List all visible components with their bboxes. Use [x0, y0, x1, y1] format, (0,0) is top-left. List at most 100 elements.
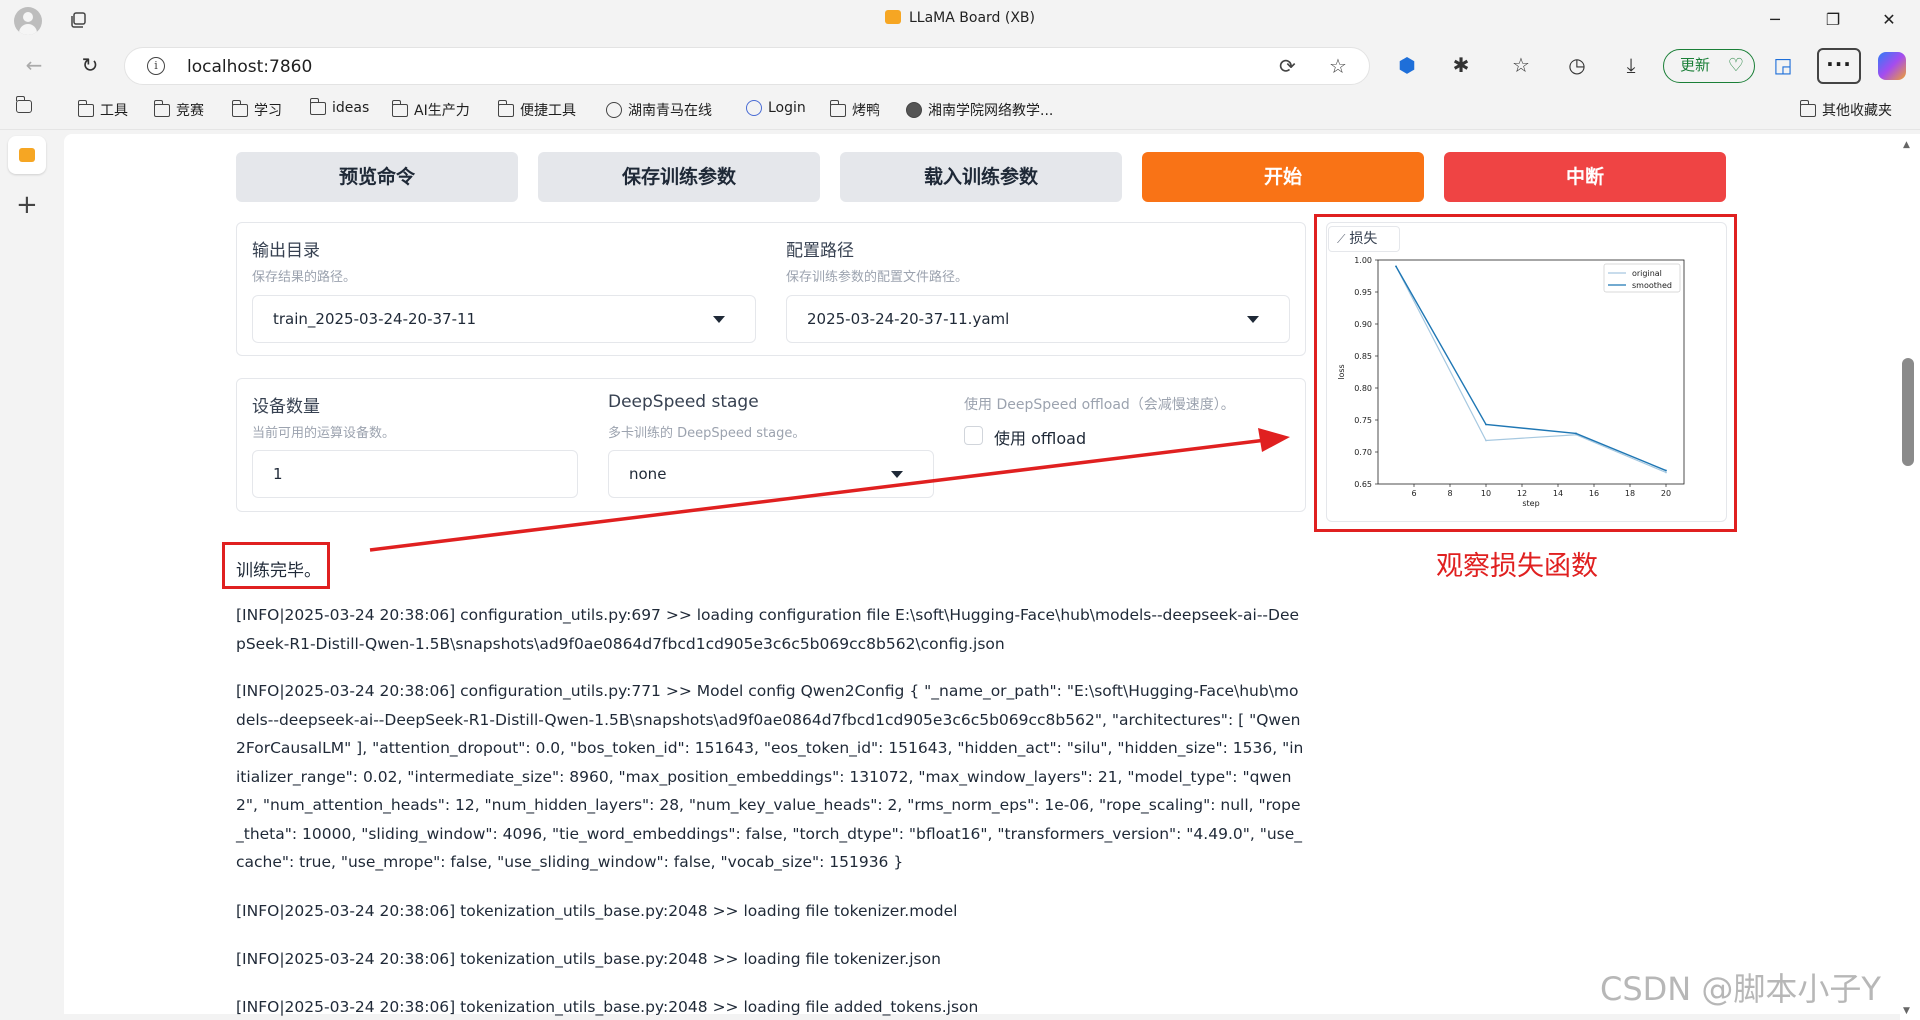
log-line: [INFO|2025-03-24 20:38:06] tokenization_… [236, 998, 979, 1016]
navigation-bar: ← ↻ i localhost:7860 ⟳ ☆ ⬢ ✱ ☆ ◷ ⤓ 更新 ♡ … [0, 40, 1920, 90]
address-bar[interactable]: i localhost:7860 ⟳ ☆ [124, 47, 1370, 85]
data-point-smoothed [1665, 469, 1667, 472]
minimize-button[interactable]: ─ [1752, 6, 1798, 34]
output-dir-select[interactable]: train_2025-03-24-20-37-11 [252, 295, 756, 343]
x-tick-label: 12 [1517, 489, 1527, 498]
scroll-up-arrow-icon[interactable]: ▲ [1903, 140, 1910, 150]
update-button[interactable]: 更新 ♡ [1663, 49, 1755, 83]
bookmark-link[interactable]: 湘南学院网络教学... [906, 100, 1053, 120]
downloads-icon[interactable]: ⤓ [1616, 50, 1646, 80]
sidebar-toggle-icon[interactable] [15, 96, 38, 113]
history-icon[interactable]: ◷ [1562, 50, 1592, 80]
x-tick-label: 8 [1447, 489, 1452, 498]
device-count-label: 设备数量 [252, 397, 320, 417]
new-tab-plus-icon[interactable]: + [16, 190, 38, 220]
save-args-button[interactable]: 保存训练参数 [538, 152, 820, 202]
legend-label-smoothed: smoothed [1632, 281, 1672, 290]
collections-icon[interactable]: ◲ [1768, 50, 1798, 80]
bookmarks-bar: 工具 竞赛 学习 ideas AI生产力 便捷工具 湖南青马在线 Login 烤… [0, 90, 1920, 130]
bookmark-label: 学习 [254, 103, 282, 119]
active-tab[interactable] [8, 136, 46, 174]
scroll-down-arrow-icon[interactable]: ▼ [1903, 1006, 1910, 1016]
llama-board-tab-icon [19, 148, 35, 162]
page-scrollbar[interactable] [1900, 134, 1920, 1020]
chevron-down-icon [1247, 316, 1259, 323]
config-path-info: 保存训练参数的配置文件路径。 [786, 270, 969, 285]
abort-button[interactable]: 中断 [1444, 152, 1726, 202]
chevron-down-icon [891, 471, 903, 478]
bookmark-folder[interactable]: 便捷工具 [497, 99, 576, 120]
legend-label-original: original [1632, 269, 1662, 278]
bookmark-label: 工具 [100, 103, 128, 119]
read-aloud-icon[interactable]: ⟳ [1279, 54, 1296, 78]
folder-icon [231, 99, 248, 117]
chevron-down-icon [713, 316, 725, 323]
favorites-icon[interactable]: ☆ [1506, 50, 1536, 80]
output-dir-label: 输出目录 [252, 241, 320, 261]
vertical-tab-strip: + [0, 130, 56, 1020]
training-status: 训练完毕。 [236, 561, 321, 581]
folder-icon [1799, 99, 1816, 117]
copilot-icon[interactable] [1878, 52, 1906, 80]
window-title: LLaMA Board (XB) [0, 10, 1920, 26]
settings-more-button[interactable]: ··· [1817, 48, 1861, 84]
bookmark-label: Login [768, 100, 806, 116]
device-count-info: 当前可用的运算设备数。 [252, 426, 396, 441]
log-line: [INFO|2025-03-24 20:38:06] tokenization_… [236, 902, 958, 920]
back-arrow-icon[interactable]: ← [18, 49, 50, 81]
csdn-watermark: CSDN @脚本小子Y [1600, 970, 1881, 1008]
data-point-original [1485, 439, 1487, 442]
extension-shield-icon[interactable]: ⬢ [1392, 50, 1422, 80]
loss-chart: 0.65 0.70 0.75 0.80 0.85 0.90 0.95 1.00 6 8 10 12 14… [1337, 256, 1685, 508]
data-point-smoothed [1395, 265, 1397, 268]
device-count-input[interactable]: 1 [252, 450, 578, 498]
bookmark-link[interactable]: 湖南青马在线 [606, 100, 712, 120]
y-tick-label: 0.95 [1354, 288, 1372, 297]
offload-checkbox-label[interactable]: 使用 offload [994, 425, 1086, 449]
extensions-puzzle-icon[interactable]: ✱ [1446, 50, 1476, 80]
bookmark-folder[interactable]: 竞赛 [153, 99, 204, 120]
scroll-thumb[interactable] [1902, 358, 1914, 466]
preview-command-button[interactable]: 预览命令 [236, 152, 518, 202]
bookmark-label: AI生产力 [414, 103, 470, 119]
other-favorites-folder[interactable]: 其他收藏夹 [1799, 99, 1892, 120]
bookmark-folder[interactable]: AI生产力 [391, 99, 470, 120]
close-button[interactable]: ✕ [1866, 6, 1912, 34]
site-info-icon[interactable]: i [147, 57, 165, 75]
y-axis-label: loss [1337, 364, 1346, 379]
folder-icon [829, 99, 846, 117]
bookmark-folder[interactable]: 学习 [231, 99, 282, 120]
bookmark-label: 竞赛 [176, 103, 204, 119]
maximize-button[interactable]: ❐ [1810, 6, 1856, 34]
bookmark-label: 便捷工具 [520, 103, 576, 119]
load-args-button[interactable]: 载入训练参数 [840, 152, 1122, 202]
url-text[interactable]: localhost:7860 [187, 57, 312, 77]
folder-icon [497, 99, 514, 117]
deepspeed-stage-select[interactable]: none [608, 450, 934, 498]
bookmark-link[interactable]: Login [746, 100, 806, 116]
y-tick-label: 0.70 [1354, 448, 1372, 457]
x-tick-label: 20 [1661, 489, 1671, 498]
favorite-star-icon[interactable]: ☆ [1329, 54, 1347, 78]
x-tick-label: 6 [1411, 489, 1416, 498]
folder-icon [309, 97, 326, 115]
y-tick-label: 0.80 [1354, 384, 1372, 393]
bookmark-label: 湖南青马在线 [628, 103, 712, 119]
heart-pulse-icon: ♡ [1727, 55, 1744, 76]
config-path-select[interactable]: 2025-03-24-20-37-11.yaml [786, 295, 1290, 343]
x-tick-label: 10 [1481, 489, 1491, 498]
bookmark-folder[interactable]: 烤鸭 [829, 99, 880, 120]
start-button[interactable]: 开始 [1142, 152, 1424, 202]
plot-label-text: 损失 [1349, 231, 1378, 247]
site-icon [906, 102, 922, 118]
folder-icon [153, 99, 170, 117]
offload-checkbox[interactable] [964, 426, 983, 445]
deepspeed-stage-label: DeepSpeed stage [608, 392, 759, 412]
x-tick-label: 16 [1589, 489, 1599, 498]
llama-board-logo-icon [885, 10, 901, 24]
data-point-smoothed [1575, 432, 1577, 435]
bookmark-folder[interactable]: 工具 [77, 99, 128, 120]
bookmark-folder[interactable]: ideas [309, 97, 369, 116]
chart-icon: ⟋ [1337, 232, 1346, 246]
reload-icon[interactable]: ↻ [74, 49, 106, 81]
